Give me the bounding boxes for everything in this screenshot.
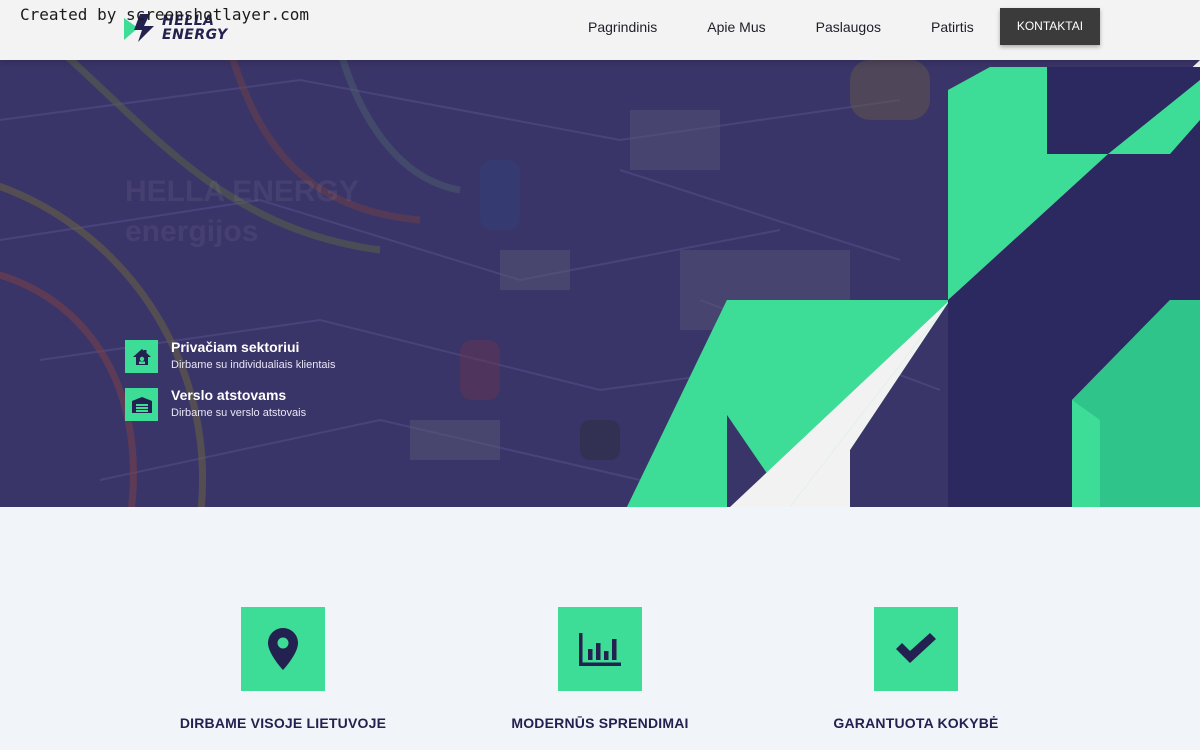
- logo-text-line2: ENERGY: [162, 27, 228, 43]
- feature-icon-box: [874, 607, 958, 691]
- hero-item-business[interactable]: Verslo atstovams Dirbame su verslo atsto…: [125, 387, 307, 421]
- hero-heading-faded: HELLA ENERGY energijos: [125, 172, 359, 252]
- feature-icon-box: [558, 607, 642, 691]
- feature-title: GARANTUOTA KOKYBĖ: [833, 715, 999, 731]
- bar-chart-icon: [579, 633, 621, 666]
- map-pin-icon: [268, 628, 298, 670]
- feature-icon-box: [241, 607, 325, 691]
- nav-link-pagrindinis[interactable]: Pagrindinis: [588, 19, 657, 35]
- nav-link-patirtis[interactable]: Patirtis: [931, 19, 974, 35]
- warehouse-icon: [125, 388, 158, 421]
- nav-link-paslaugos[interactable]: Paslaugos: [816, 19, 881, 35]
- hero-item-title: Verslo atstovams: [171, 387, 287, 403]
- hero-item-private[interactable]: Privačiam sektoriui Dirbame su individua…: [125, 339, 336, 373]
- hero-heading-faded-line1: HELLA ENERGY: [125, 175, 359, 208]
- hero-item-subtitle: Dirbame su verslo atstovais: [171, 407, 307, 419]
- features-section: DIRBAME VISOJE LIETUVOJE MODERNŪS SPREND…: [0, 507, 1200, 750]
- hero-background: [0, 60, 1200, 507]
- house-icon: [125, 340, 158, 373]
- hero-heading-faded-line2: energijos: [125, 215, 259, 248]
- contacts-button[interactable]: KONTAKTAI: [999, 8, 1101, 45]
- nav-link-apie-mus[interactable]: Apie Mus: [707, 19, 765, 35]
- watermark-text: Created by screenshotlayer.com: [20, 5, 309, 24]
- hero-section: HELLA ENERGY energijos Privačiam sektori…: [0, 60, 1200, 507]
- feature-quality: GARANTUOTA KOKYBĖ: [716, 607, 1116, 731]
- checkmark-icon: [896, 633, 936, 663]
- hero-item-title: Privačiam sektoriui: [171, 339, 300, 355]
- main-nav: Pagrindinis Apie Mus Paslaugos Patirtis …: [560, 8, 1101, 45]
- hero-item-subtitle: Dirbame su individualiais klientais: [171, 359, 336, 371]
